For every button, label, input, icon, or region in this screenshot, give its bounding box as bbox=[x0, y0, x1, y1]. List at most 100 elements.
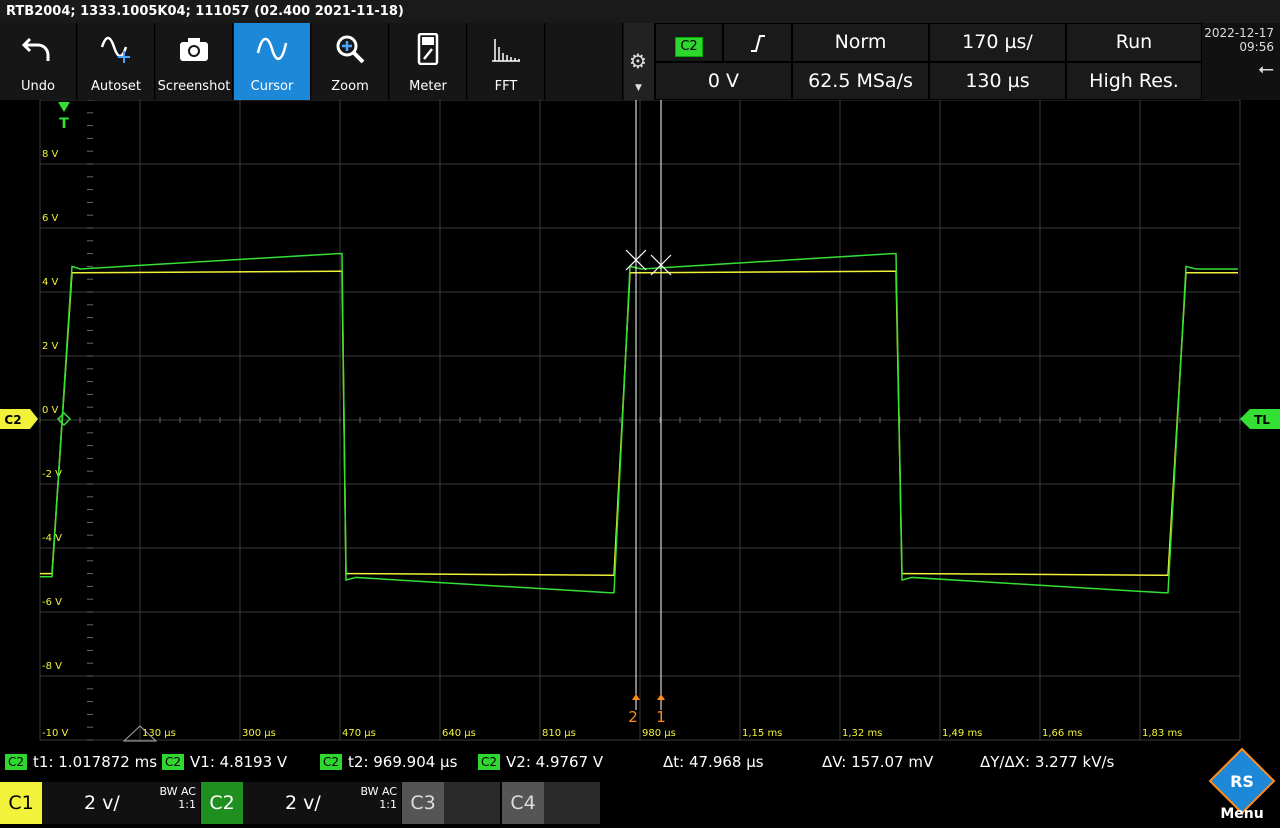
time-position-cell[interactable]: 130 µs bbox=[929, 62, 1066, 100]
x-tick-label: 1,66 ms bbox=[1042, 728, 1082, 739]
channel-1-waveform bbox=[40, 270, 1238, 576]
trigger-position-marker[interactable] bbox=[58, 102, 70, 112]
x-tick-label: 1,15 ms bbox=[742, 728, 782, 739]
channel-2-name: C2 bbox=[201, 782, 243, 824]
trigger-marker-label: T bbox=[59, 116, 69, 132]
camera-icon bbox=[180, 38, 208, 61]
x-tick-label: 470 µs bbox=[342, 728, 376, 739]
dv-readout: ΔV: 157.07 mV bbox=[822, 753, 934, 771]
settings-button[interactable]: ⚙ ▼ bbox=[624, 23, 654, 100]
run-stop-cell[interactable]: Run bbox=[1066, 23, 1202, 62]
zoom-button[interactable]: Zoom bbox=[312, 23, 389, 100]
y-tick-label: 0 V bbox=[42, 405, 59, 416]
date-text: 2022-12-17 bbox=[1204, 26, 1274, 40]
trigger-source-badge: C2 bbox=[675, 37, 703, 57]
x-tick-label: 810 µs bbox=[542, 728, 576, 739]
channel-1-coupling: BW AC 1:1 bbox=[159, 785, 196, 811]
meter-label: Meter bbox=[409, 79, 447, 94]
cursor-2-label: 2 bbox=[628, 708, 638, 726]
fft-button[interactable]: FFT bbox=[468, 23, 545, 100]
v2-text: V2: 4.9767 V bbox=[506, 753, 604, 771]
screenshot-button[interactable]: Screenshot bbox=[156, 23, 233, 100]
v2-readout: C2 V2: 4.9767 V bbox=[478, 753, 603, 771]
v1-text: V1: 4.8193 V bbox=[190, 753, 288, 771]
trigger-slope-cell[interactable] bbox=[723, 23, 792, 62]
rising-edge-icon bbox=[750, 35, 765, 52]
usb-icon: ⭠ bbox=[1258, 56, 1274, 80]
channel-1-bw: BW AC bbox=[159, 785, 196, 798]
channel-3-name: C3 bbox=[402, 782, 444, 824]
y-tick-label: 2 V bbox=[42, 341, 59, 352]
channel-2-scale: 2 v/ bbox=[285, 792, 321, 814]
cursor-2-marker bbox=[632, 694, 640, 700]
zoom-icon bbox=[336, 35, 365, 64]
y-tick-label: 8 V bbox=[42, 149, 59, 160]
gear-icon: ⚙ bbox=[629, 49, 647, 73]
toolbar-empty-slot[interactable] bbox=[546, 23, 623, 100]
y-tick-label: -8 V bbox=[42, 661, 62, 672]
cursor-measurements: C2 t1: 1.017872 ms C2 V1: 4.8193 V C2 t2: 9… bbox=[0, 745, 1280, 782]
trigger-level-label: TL bbox=[1254, 413, 1270, 427]
channel-4-name: C4 bbox=[502, 782, 544, 824]
y-tick-label: 6 V bbox=[42, 213, 59, 224]
window-title: RTB2004; 1333.1005K04; 111057 (02.400 20… bbox=[0, 0, 1280, 23]
t2-readout: C2 t2: 969.904 µs bbox=[320, 753, 457, 771]
x-axis-labels: 130 µs 300 µs 470 µs 640 µs 810 µs 980 µs 1,15… bbox=[142, 728, 1182, 739]
t1-channel-badge: C2 bbox=[5, 754, 28, 770]
channel-1-box[interactable]: C1 2 v/ BW AC 1:1 bbox=[0, 782, 200, 824]
undo-label: Undo bbox=[21, 79, 55, 94]
sample-rate-cell[interactable]: 62.5 MSa/s bbox=[792, 62, 929, 100]
toolbar: Undo Autoset Screenshot Cursor Zoom Mete… bbox=[0, 23, 624, 100]
trigger-mode-cell[interactable]: Norm bbox=[792, 23, 929, 62]
cursor-1-label: 1 bbox=[656, 708, 666, 726]
date-time: 2022-12-17 09:56 ⭠ bbox=[1202, 23, 1280, 100]
channel-2-coupling: BW AC 1:1 bbox=[360, 785, 397, 811]
acquisition-mode-cell[interactable]: High Res. bbox=[1066, 62, 1202, 100]
logo-text: RS bbox=[1230, 772, 1254, 791]
v2-channel-badge: C2 bbox=[478, 754, 501, 770]
x-tick-label: 980 µs bbox=[642, 728, 676, 739]
menu-label: Menu bbox=[1220, 806, 1264, 822]
autoset-button[interactable]: Autoset bbox=[78, 23, 155, 100]
undo-icon bbox=[22, 37, 50, 61]
channel-4-box[interactable]: C4 bbox=[502, 782, 600, 824]
channel-3-box[interactable]: C3 bbox=[402, 782, 500, 824]
channel-1-ratio: 1:1 bbox=[178, 798, 196, 811]
channel-1-scale: 2 v/ bbox=[84, 792, 120, 814]
grid bbox=[39, 100, 1241, 741]
zoom-label: Zoom bbox=[331, 79, 369, 94]
channel-2-box[interactable]: C2 2 v/ BW AC 1:1 bbox=[201, 782, 401, 824]
x-tick-label: 1,49 ms bbox=[942, 728, 982, 739]
y-tick-label: -6 V bbox=[42, 597, 62, 608]
autoset-icon bbox=[100, 36, 130, 63]
screenshot-label: Screenshot bbox=[157, 79, 231, 94]
cursor-wave-icon bbox=[256, 37, 288, 60]
x-tick-label: 640 µs bbox=[442, 728, 476, 739]
undo-button[interactable]: Undo bbox=[0, 23, 77, 100]
trigger-level-cell[interactable]: 0 V bbox=[655, 62, 792, 100]
t1-readout: C2 t1: 1.017872 ms bbox=[5, 753, 157, 771]
cursor-1-marker bbox=[657, 694, 665, 700]
y-tick-label: 4 V bbox=[42, 277, 59, 288]
dt-readout: Δt: 47.968 µs bbox=[663, 753, 764, 771]
cursor-button[interactable]: Cursor bbox=[234, 23, 311, 100]
cursor-label: Cursor bbox=[250, 79, 294, 94]
waveform-display[interactable]: 8 V6 V4 V2 V0 V-2 V-4 V-6 V-8 V-10 V 130… bbox=[0, 100, 1280, 745]
t1-text: t1: 1.017872 ms bbox=[33, 753, 158, 771]
y-tick-label: -4 V bbox=[42, 533, 62, 544]
trigger-source-cell[interactable]: C2 bbox=[655, 23, 723, 62]
channel-ground-label: C2 bbox=[4, 413, 21, 427]
menu-button[interactable]: RS Menu bbox=[1204, 745, 1280, 824]
dropdown-arrow-icon: ▼ bbox=[635, 83, 642, 93]
t2-text: t2: 969.904 µs bbox=[348, 753, 458, 771]
v1-channel-badge: C2 bbox=[162, 754, 185, 770]
time-scale-cell[interactable]: 170 µs/ bbox=[929, 23, 1066, 62]
meter-button[interactable]: Meter bbox=[390, 23, 467, 100]
dydx-readout: ΔY/ΔX: 3.277 kV/s bbox=[980, 753, 1115, 771]
t2-channel-badge: C2 bbox=[320, 754, 343, 770]
channel-2-waveform bbox=[40, 252, 1238, 594]
channel-1-name: C1 bbox=[0, 782, 42, 824]
channel-2-bw: BW AC bbox=[360, 785, 397, 798]
fft-icon bbox=[492, 39, 520, 62]
x-tick-label: 1,83 ms bbox=[1142, 728, 1182, 739]
